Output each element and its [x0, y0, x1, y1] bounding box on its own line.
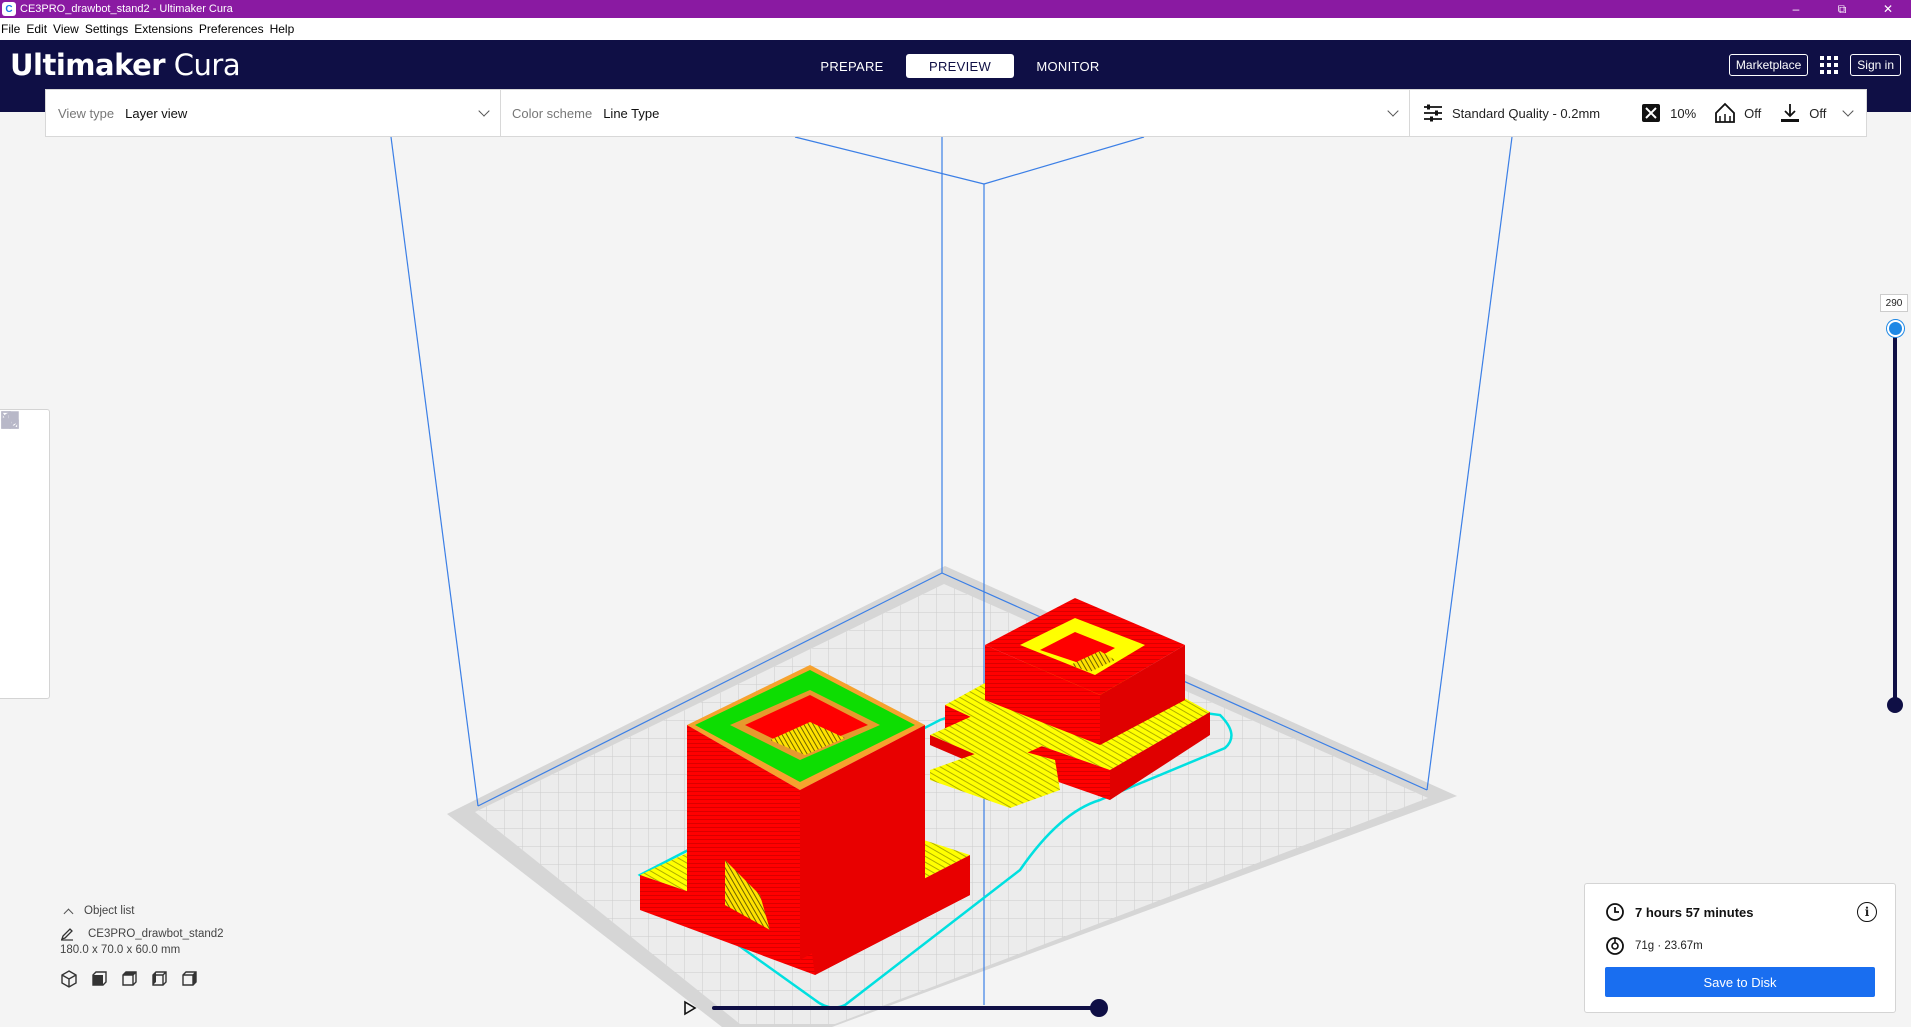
view-toolbar: View type Layer view Color scheme Line T… — [45, 89, 1867, 137]
layer-slider-track[interactable] — [1893, 328, 1897, 704]
top-view-icon[interactable] — [120, 970, 138, 988]
color-scheme-value: Line Type — [603, 105, 660, 121]
tab-prepare[interactable]: PREPARE — [798, 54, 906, 78]
window-title: CE3PRO_drawbot_stand2 - Ultimaker Cura — [20, 3, 233, 15]
support-blocker-icon[interactable] — [1, 410, 37, 686]
window-controls: – ⧉ ✕ — [1773, 0, 1911, 18]
view-type-label: View type — [58, 105, 115, 121]
chevron-up-icon — [63, 908, 74, 918]
left-view-icon[interactable] — [150, 970, 168, 988]
stage-tabs: PREPARE PREVIEW MONITOR — [798, 54, 1122, 78]
apps-grid-icon[interactable] — [1820, 56, 1839, 74]
adhesion-value: Off — [1809, 105, 1827, 121]
front-view-icon[interactable] — [90, 970, 108, 988]
chevron-down-icon — [1842, 105, 1854, 117]
rotate-icon[interactable] — [1, 412, 37, 542]
menu-extensions[interactable]: Extensions — [132, 22, 197, 36]
object-list-toggle[interactable]: Object list — [60, 905, 224, 918]
menu-preferences[interactable]: Preferences — [197, 22, 268, 36]
tab-preview[interactable]: PREVIEW — [906, 54, 1014, 78]
layer-slider[interactable]: 290 — [1880, 294, 1911, 714]
menu-help[interactable]: Help — [268, 22, 299, 36]
ultimaker-cura-logo: Ultimaker Cura — [10, 48, 241, 82]
settings-sliders-icon — [1424, 104, 1442, 122]
adhesion-icon — [1781, 104, 1800, 122]
sign-in-button[interactable]: Sign in — [1850, 54, 1901, 76]
color-scheme-label: Color scheme — [512, 105, 593, 121]
object-dimensions: 180.0 x 70.0 x 60.0 mm — [60, 944, 181, 956]
restore-icon[interactable]: ⧉ — [1819, 0, 1865, 18]
menu-edit[interactable]: Edit — [24, 22, 51, 36]
object-name: CE3PRO_drawbot_stand2 — [88, 928, 224, 940]
layer-playback — [682, 998, 1112, 1020]
close-icon[interactable]: ✕ — [1865, 0, 1911, 18]
mirror-icon[interactable] — [2, 411, 37, 590]
layer-slider-bottom-handle[interactable] — [1887, 697, 1903, 713]
layer-slider-top-handle[interactable] — [1887, 320, 1904, 337]
spool-icon — [1606, 937, 1624, 955]
view-type-dropdown[interactable]: View type Layer view — [46, 90, 501, 136]
infill-value: 10% — [1670, 105, 1697, 121]
pencil-icon — [60, 928, 73, 941]
menu-bar: File Edit View Settings Extensions Prefe… — [0, 18, 1911, 40]
save-to-disk-button[interactable]: Save to Disk — [1605, 967, 1875, 997]
layer-number-label[interactable]: 290 — [1880, 294, 1908, 312]
menu-settings[interactable]: Settings — [83, 22, 132, 36]
minimize-icon[interactable]: – — [1773, 0, 1819, 18]
chevron-down-icon — [1387, 105, 1399, 117]
info-icon[interactable]: i — [1857, 902, 1877, 922]
camera-view-buttons — [60, 970, 224, 988]
header-actions: Marketplace Sign in — [1728, 54, 1901, 76]
clock-icon — [1606, 903, 1624, 921]
print-time: 7 hours 57 minutes — [1635, 904, 1754, 920]
left-toolbar — [0, 409, 50, 699]
material-usage: 71g · 23.67m — [1635, 940, 1703, 952]
print-settings-button[interactable]: Standard Quality - 0.2mm 10% Off Off — [1410, 90, 1866, 136]
chevron-down-icon — [478, 105, 490, 117]
object-list-item[interactable]: CE3PRO_drawbot_stand2 — [60, 927, 224, 941]
window-titlebar: C CE3PRO_drawbot_stand2 - Ultimaker Cura… — [0, 0, 1911, 18]
object-list-label: Object list — [84, 905, 135, 917]
tab-monitor[interactable]: MONITOR — [1014, 54, 1122, 78]
view-type-value: Layer view — [125, 105, 188, 121]
infill-icon — [1642, 104, 1661, 122]
marketplace-button[interactable]: Marketplace — [1728, 54, 1809, 76]
print-information-panel: 7 hours 57 minutes i 71g · 23.67m Save t… — [1584, 883, 1896, 1013]
cura-app-icon: C — [2, 2, 16, 16]
right-view-icon[interactable] — [180, 970, 198, 988]
color-scheme-dropdown[interactable]: Color scheme Line Type — [501, 90, 1410, 136]
scale-icon[interactable] — [1, 411, 37, 494]
menu-file[interactable]: File — [0, 22, 24, 36]
play-icon[interactable] — [682, 1000, 698, 1016]
3d-view-icon[interactable] — [60, 970, 78, 988]
support-icon — [1715, 102, 1736, 123]
path-slider-track[interactable] — [712, 1006, 1097, 1010]
quality-profile: Standard Quality - 0.2mm — [1452, 105, 1601, 121]
per-model-settings-icon[interactable] — [1, 411, 37, 638]
object-list-panel: Object list CE3PRO_drawbot_stand2 180.0 … — [60, 905, 224, 988]
support-value: Off — [1744, 105, 1762, 121]
menu-view[interactable]: View — [51, 22, 83, 36]
path-slider-handle[interactable] — [1090, 999, 1108, 1017]
